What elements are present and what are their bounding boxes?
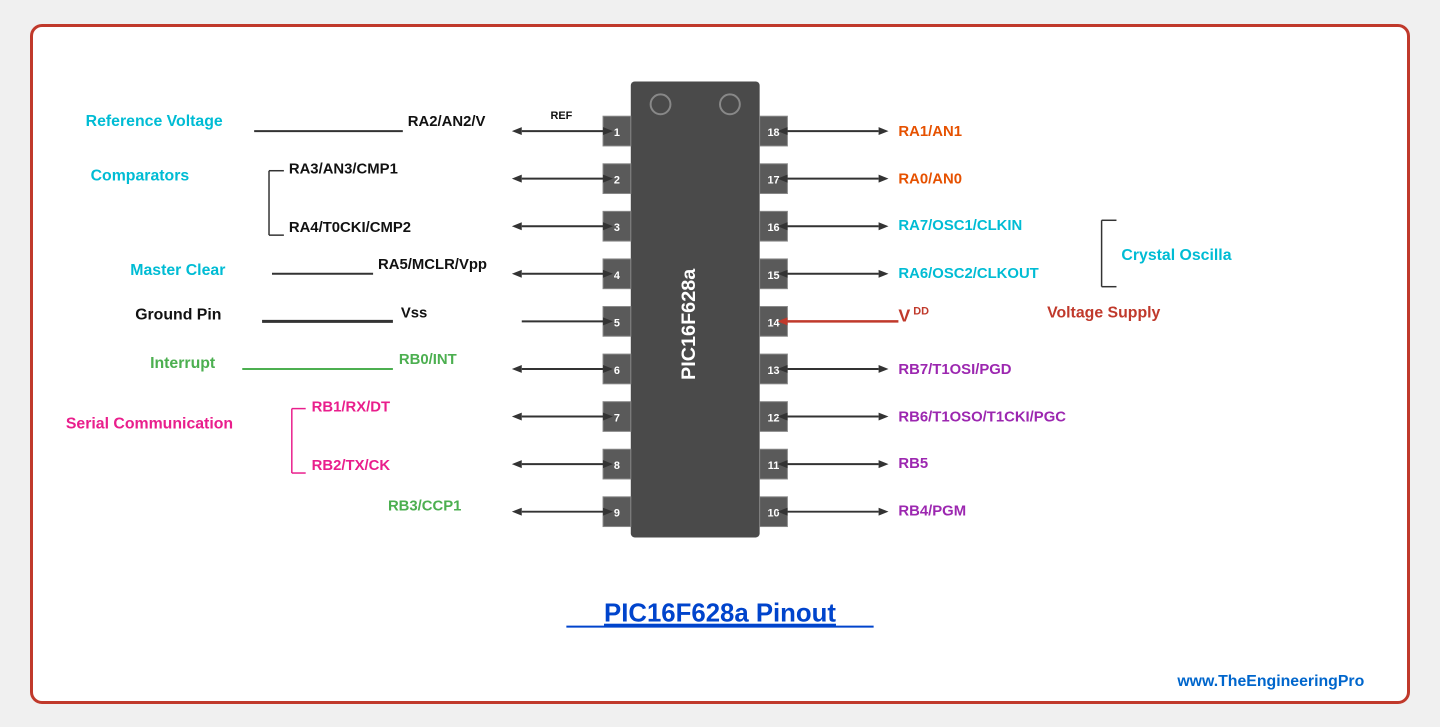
- svg-text:15: 15: [767, 269, 779, 281]
- label-voltage-supply: Voltage Supply: [1047, 304, 1160, 321]
- label-pin4-name: RA5/MCLR/Vpp: [378, 256, 487, 272]
- svg-text:9: 9: [614, 507, 620, 519]
- label-ground-pin: Ground Pin: [135, 306, 221, 323]
- svg-text:2: 2: [614, 174, 620, 186]
- label-pin10-name: RB4/PGM: [898, 503, 966, 519]
- label-serial-comm: Serial Communication: [66, 415, 233, 432]
- svg-text:12: 12: [767, 412, 779, 424]
- svg-text:4: 4: [614, 269, 620, 281]
- website-label: www.TheEngineeringPro: [1176, 673, 1364, 690]
- diagram-area: PIC16F628a 1 2 3 4 5 6 7 8: [33, 27, 1407, 701]
- diagram-svg: PIC16F628a 1 2 3 4 5 6 7 8: [33, 27, 1407, 701]
- label-vdd-sub: DD: [913, 305, 929, 317]
- label-pin5-name: Vss: [401, 305, 427, 321]
- label-pin15-name: RA6/OSC2/CLKOUT: [898, 265, 1038, 281]
- label-pin12-name: RB6/T1OSO/T1CKI/PGC: [898, 409, 1066, 425]
- svg-text:8: 8: [614, 460, 620, 472]
- label-pin9-name: RB3/CCP1: [388, 498, 462, 514]
- svg-text:14: 14: [767, 317, 779, 329]
- svg-text:13: 13: [767, 364, 779, 376]
- label-pin16-name: RA7/OSC1/CLKIN: [898, 218, 1022, 234]
- label-pin3-name: RA4/T0CKI/CMP2: [289, 220, 411, 236]
- svg-text:3: 3: [614, 222, 620, 234]
- label-pin11-name: RB5: [898, 456, 928, 472]
- label-pin18-name: RA1/AN1: [898, 124, 962, 140]
- label-pin1-sub: REF: [551, 110, 573, 122]
- svg-text:11: 11: [768, 460, 780, 472]
- svg-text:17: 17: [767, 174, 779, 186]
- label-crystal-osc: Crystal Oscilla: [1121, 246, 1231, 263]
- label-pin1-name: RA2/AN2/V: [408, 114, 486, 130]
- svg-text:6: 6: [614, 364, 620, 376]
- label-pin17-name: RA0/AN0: [898, 171, 962, 187]
- ic-label: PIC16F628a: [678, 267, 700, 379]
- main-container: PIC16F628a 1 2 3 4 5 6 7 8: [30, 24, 1410, 704]
- svg-text:10: 10: [767, 507, 779, 519]
- label-pin13-name: RB7/T1OSI/PGD: [898, 361, 1011, 377]
- label-pin6-name: RB0/INT: [399, 352, 457, 368]
- svg-text:18: 18: [767, 127, 779, 139]
- label-pin7-name: RB1/RX/DT: [312, 399, 390, 415]
- label-master-clear: Master Clear: [130, 261, 225, 278]
- label-pin2-name: RA3/AN3/CMP1: [289, 161, 398, 177]
- svg-text:1: 1: [614, 127, 620, 139]
- label-comparators: Comparators: [91, 167, 190, 184]
- svg-text:5: 5: [614, 317, 620, 329]
- label-interrupt: Interrupt: [150, 354, 216, 371]
- label-pin8-name: RB2/TX/CK: [312, 458, 391, 474]
- svg-text:16: 16: [767, 222, 779, 234]
- label-vdd: V: [898, 305, 910, 325]
- svg-text:7: 7: [614, 412, 620, 424]
- label-ref-voltage: Reference Voltage: [86, 113, 223, 130]
- diagram-title: PIC16F628a Pinout: [604, 599, 836, 627]
